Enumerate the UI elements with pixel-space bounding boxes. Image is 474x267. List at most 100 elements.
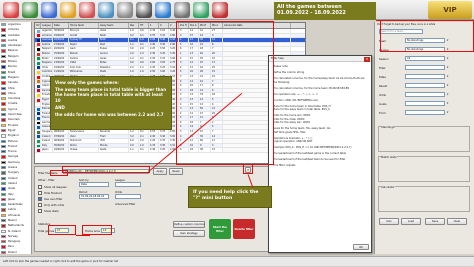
table-cell: 1-2 xyxy=(129,56,139,61)
country-label: Belgium xyxy=(8,54,19,58)
country-label: N. Ireland xyxy=(8,229,21,233)
right-section-title: Calculator xyxy=(381,185,395,189)
column-header[interactable]: Date xyxy=(53,23,69,28)
clear-button[interactable]: Clear xyxy=(447,218,467,225)
country-list[interactable]: Argentina Armenia Australia Austria Azerbaij… xyxy=(0,22,32,254)
flag-icon xyxy=(1,54,6,59)
country-label: Chile xyxy=(8,86,15,90)
league-select[interactable] xyxy=(115,182,141,187)
flag-icon xyxy=(1,160,6,165)
dialog-paragraph: The leaderboard of the last/best team to… xyxy=(273,158,346,162)
delete-filter-button[interactable]: Delete filter xyxy=(233,219,255,239)
country-label: Belarus xyxy=(8,49,18,53)
country-label: Georgia xyxy=(8,155,19,159)
dialog-paragraph: This filter: Adjusts xyxy=(273,164,296,168)
flag-icon xyxy=(1,144,6,149)
right-field-input[interactable] xyxy=(405,110,445,115)
table-cell: 2-0 xyxy=(129,143,139,148)
chart-icon[interactable] xyxy=(60,2,76,18)
table-icon[interactable] xyxy=(41,2,57,18)
calc-button[interactable]: Calc xyxy=(379,218,399,225)
own-strategy-button[interactable]: Own strategy xyxy=(173,230,205,237)
right-section: Standings xyxy=(378,125,470,152)
chevron-down-icon[interactable]: ▾ xyxy=(447,83,448,87)
table-cell: 3.20 xyxy=(159,148,169,153)
checkbox-own-filter[interactable] xyxy=(38,197,42,201)
gauge-icon[interactable] xyxy=(79,2,95,18)
help-icon[interactable] xyxy=(212,2,228,18)
flag-icon xyxy=(1,81,6,85)
list-icon[interactable] xyxy=(98,2,114,18)
right-field-input[interactable]: All xyxy=(405,56,445,61)
column-header[interactable]: X xyxy=(159,23,169,28)
define-columns-button[interactable]: Define custom columns xyxy=(173,221,205,228)
table-cell: Rapid xyxy=(69,42,99,47)
flag-icon xyxy=(1,75,6,80)
country-label: Brazil xyxy=(8,70,16,74)
table-cell: 2.26 xyxy=(149,139,159,143)
country-label: Bosnia xyxy=(8,65,17,69)
dialog-title: Filter help xyxy=(269,56,371,62)
country-label: Finland xyxy=(8,144,18,148)
table-cell: 22/09/22 xyxy=(53,65,69,70)
table-cell: Armenia xyxy=(42,33,53,38)
export-icon[interactable] xyxy=(193,2,209,18)
flag-icon xyxy=(1,91,6,96)
table-cell: Ireland xyxy=(41,139,53,143)
table-cell: 2-0 xyxy=(139,139,149,143)
country-item[interactable]: Poland xyxy=(0,250,31,254)
table-cell: Noah xyxy=(99,33,129,38)
right-field-input[interactable] xyxy=(405,74,445,79)
apply-button[interactable]: Apply xyxy=(153,168,167,175)
table-cell: Austria xyxy=(41,42,53,47)
ok-button[interactable]: OK xyxy=(353,244,369,250)
app-home-icon[interactable] xyxy=(3,2,19,18)
checkbox-only-odds[interactable] xyxy=(38,203,42,207)
country-label: Iceland xyxy=(8,176,18,180)
column-header[interactable]: Away team xyxy=(99,23,129,28)
close-icon[interactable]: ✕ xyxy=(364,56,370,62)
checkbox-show-stats[interactable] xyxy=(38,209,42,213)
save-button[interactable]: Save xyxy=(425,218,445,225)
chevron-down-icon[interactable]: ▾ xyxy=(447,65,448,69)
right-field-input[interactable] xyxy=(405,65,445,70)
app-logo: VIP xyxy=(428,1,472,19)
reset-button[interactable]: Reset xyxy=(169,168,183,175)
column-header[interactable]: Home team xyxy=(69,23,99,28)
country-label: Colombia xyxy=(8,97,21,101)
sort-select[interactable]: Date xyxy=(79,182,109,187)
column-header[interactable]: Res xyxy=(129,23,139,28)
right-field-input[interactable] xyxy=(405,83,445,88)
flag-icon xyxy=(1,229,6,233)
right-field-input[interactable] xyxy=(405,92,445,97)
user-icon[interactable] xyxy=(117,2,133,18)
table-cell: 0-1 xyxy=(139,148,149,153)
column-header[interactable]: HT xyxy=(139,23,149,28)
chevron-down-icon[interactable]: ▾ xyxy=(447,56,448,60)
odds-input[interactable] xyxy=(115,194,141,199)
right-field-input[interactable] xyxy=(405,101,445,106)
column-header[interactable]: 1 xyxy=(149,23,159,28)
flag-icon[interactable] xyxy=(22,2,38,18)
filter-icon[interactable] xyxy=(136,2,152,18)
highlight-total-box xyxy=(48,225,76,235)
column-header[interactable]: League xyxy=(41,23,53,28)
chevron-down-icon[interactable]: ▾ xyxy=(447,74,448,78)
chevron-down-icon[interactable]: ▾ xyxy=(447,101,448,105)
table-cell: 1-1 xyxy=(139,65,149,70)
chevron-down-icon[interactable]: ▾ xyxy=(447,110,448,114)
checkbox-show-all[interactable] xyxy=(38,185,42,189)
chevron-down-icon[interactable]: ▾ xyxy=(447,92,448,96)
dialog-paragraph: Example: POS_A - POS_H >= 10 AND BETWEEN… xyxy=(273,146,352,150)
table-cell: Goias xyxy=(99,56,129,61)
load-button[interactable]: Load xyxy=(401,218,421,225)
dialog-body: Please note: Define the column string The … xyxy=(273,65,369,240)
settings-icon[interactable] xyxy=(174,2,190,18)
table-cell: Bolivar xyxy=(69,51,99,56)
start-filter-button[interactable]: Start the filter xyxy=(209,219,231,239)
country-label: Kazakhstan xyxy=(8,203,23,207)
checkbox-hide-finished[interactable] xyxy=(38,191,42,195)
dialog-paragraph: Operators & brackets: + - * / ( ) Logica… xyxy=(273,136,313,144)
period-input[interactable]: 01.09.22-18.09.22 xyxy=(79,194,109,199)
search-icon[interactable] xyxy=(155,2,171,18)
